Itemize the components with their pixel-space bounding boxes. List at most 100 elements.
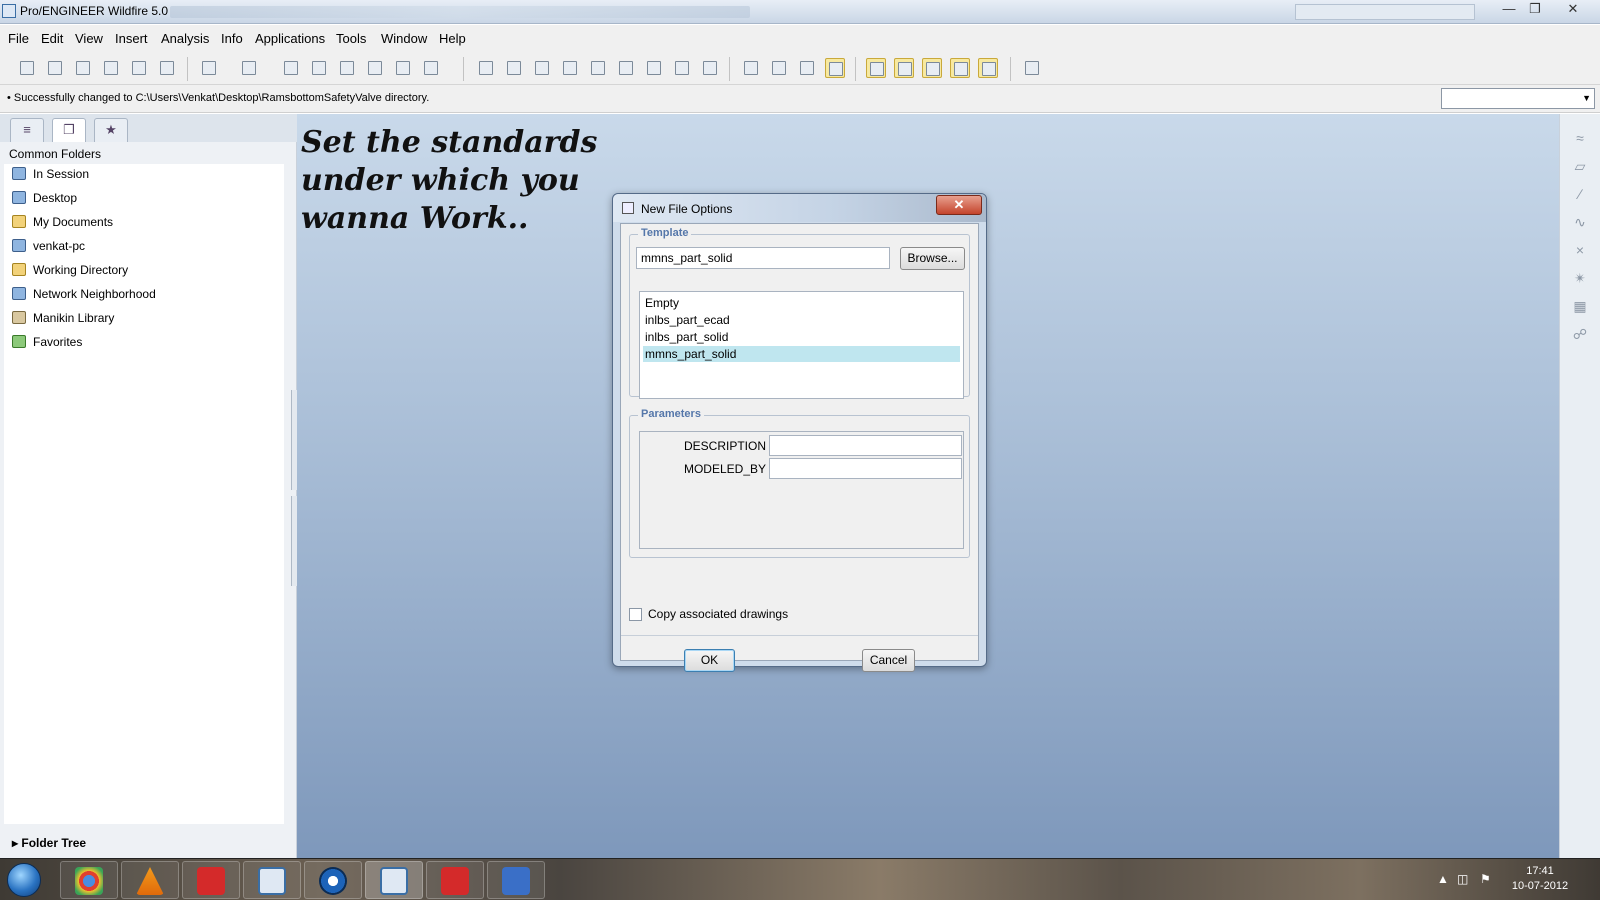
- folder-browser-tab[interactable]: ❐: [52, 118, 86, 142]
- analysis-icon[interactable]: ▦: [1570, 296, 1590, 316]
- context-help-icon[interactable]: [1022, 58, 1042, 78]
- folder-manikin-library[interactable]: Manikin Library: [8, 308, 268, 328]
- folder-favorites[interactable]: Favorites: [8, 332, 268, 352]
- dialog-body: Template mmns_part_solid Browse... Empty…: [620, 223, 979, 672]
- proe-icon[interactable]: [243, 861, 301, 899]
- folder-desktop[interactable]: Desktop: [8, 188, 268, 208]
- datum-points-icon[interactable]: [922, 58, 942, 78]
- ok-button[interactable]: OK: [684, 649, 735, 672]
- solidworks-icon[interactable]: [182, 861, 240, 899]
- curve-icon[interactable]: ∿: [1570, 212, 1590, 232]
- folder-venkat-pc[interactable]: venkat-pc: [8, 236, 268, 256]
- parameters-table: DESCRIPTION MODELED_BY: [639, 431, 964, 549]
- find-icon[interactable]: [393, 58, 413, 78]
- layers-icon[interactable]: [700, 58, 720, 78]
- plane-icon[interactable]: ▱: [1570, 156, 1590, 176]
- saved-views-icon[interactable]: [672, 58, 692, 78]
- proe-active-icon[interactable]: [365, 861, 423, 899]
- menu-help[interactable]: Help: [439, 31, 466, 46]
- template-list[interactable]: Empty inlbs_part_ecad inlbs_part_solid m…: [639, 291, 964, 399]
- menu-edit[interactable]: Edit: [41, 31, 63, 46]
- copy-icon[interactable]: [309, 58, 329, 78]
- maximize-button[interactable]: ❐: [1522, 0, 1548, 18]
- system-clock[interactable]: 17:41 10-07-2012: [1505, 864, 1575, 894]
- browse-button[interactable]: Browse...: [900, 247, 965, 270]
- paste-icon[interactable]: [337, 58, 357, 78]
- start-button[interactable]: [7, 863, 41, 897]
- template-option-mmns-part-solid[interactable]: mmns_part_solid: [643, 346, 960, 362]
- taskbar: ▲ ◫ ⚑ 17:41 10-07-2012: [0, 858, 1600, 900]
- menu-file[interactable]: File: [8, 31, 29, 46]
- smart-filter-dropdown[interactable]: ▼: [1441, 88, 1595, 109]
- copy-associated-drawings-checkbox[interactable]: [629, 608, 642, 621]
- point-icon[interactable]: ×: [1570, 240, 1590, 260]
- paste-special-icon[interactable]: [365, 58, 385, 78]
- chrome-icon[interactable]: [60, 861, 118, 899]
- coordinate-systems-icon[interactable]: [950, 58, 970, 78]
- title-search-box[interactable]: [1295, 4, 1475, 20]
- menu-window[interactable]: Window: [381, 31, 427, 46]
- show-hidden-icons-icon[interactable]: ▲: [1437, 872, 1449, 886]
- open-file-icon[interactable]: [45, 58, 65, 78]
- zoom-in-icon[interactable]: [560, 58, 580, 78]
- menu-analysis[interactable]: Analysis: [161, 31, 209, 46]
- print-icon[interactable]: [101, 58, 121, 78]
- dialog-close-button[interactable]: ✕: [936, 195, 982, 215]
- refit-icon[interactable]: [616, 58, 636, 78]
- menu-applications[interactable]: Applications: [255, 31, 325, 46]
- network-tray-icon[interactable]: ◫: [1457, 872, 1468, 886]
- favorites-tab[interactable]: ★: [94, 118, 128, 142]
- model-tree-tab[interactable]: ≡: [10, 118, 44, 142]
- print-preview-icon[interactable]: [129, 58, 149, 78]
- link-icon[interactable]: ☍: [1570, 324, 1590, 344]
- solidworks-icon[interactable]: [426, 861, 484, 899]
- datum-planes-icon[interactable]: [866, 58, 886, 78]
- menu-tools[interactable]: Tools: [336, 31, 366, 46]
- vlc-icon[interactable]: [121, 861, 179, 899]
- action-center-flag-icon[interactable]: ⚑: [1480, 872, 1491, 886]
- template-option-inlbs-part-ecad[interactable]: inlbs_part_ecad: [643, 312, 960, 328]
- folder-network-neighborhood[interactable]: Network Neighborhood: [8, 284, 268, 304]
- redo-icon[interactable]: [239, 58, 259, 78]
- datum-axes-icon[interactable]: [894, 58, 914, 78]
- plot-icon[interactable]: [157, 58, 177, 78]
- modeled-by-field[interactable]: [769, 458, 962, 479]
- template-name-field[interactable]: mmns_part_solid: [636, 247, 890, 269]
- axis-icon[interactable]: ∕: [1570, 184, 1590, 204]
- computer-icon: [12, 239, 26, 252]
- cancel-button[interactable]: Cancel: [862, 649, 915, 672]
- wireframe-icon[interactable]: [741, 58, 761, 78]
- select-box-icon[interactable]: [421, 58, 441, 78]
- csys-icon[interactable]: ✴: [1570, 268, 1590, 288]
- media-player-icon[interactable]: [304, 861, 362, 899]
- copy-associated-drawings-label: Copy associated drawings: [648, 607, 789, 621]
- save-icon[interactable]: [73, 58, 93, 78]
- no-hidden-icon[interactable]: [797, 58, 817, 78]
- new-file-icon[interactable]: [17, 58, 37, 78]
- folder-my-documents[interactable]: My Documents: [8, 212, 268, 232]
- spin-center-icon[interactable]: [644, 58, 664, 78]
- undo-icon[interactable]: [199, 58, 219, 78]
- sketch-icon[interactable]: ≈: [1570, 128, 1590, 148]
- folder-in-session[interactable]: In Session: [8, 164, 268, 184]
- menu-view[interactable]: View: [75, 31, 103, 46]
- minimize-button[interactable]: —: [1496, 0, 1522, 18]
- shading-icon[interactable]: [825, 58, 845, 78]
- folder-tree-toggle[interactable]: ▸ Folder Tree: [12, 836, 86, 850]
- annotations-icon[interactable]: [978, 58, 998, 78]
- menu-info[interactable]: Info: [221, 31, 243, 46]
- close-window-button[interactable]: ✕: [1560, 0, 1586, 18]
- app-icon[interactable]: [487, 861, 545, 899]
- orient-icon[interactable]: [532, 58, 552, 78]
- menu-insert[interactable]: Insert: [115, 31, 148, 46]
- description-field[interactable]: [769, 435, 962, 456]
- cut-icon[interactable]: [281, 58, 301, 78]
- model-tree-icon[interactable]: [504, 58, 524, 78]
- dialog-title-bar[interactable]: New File Options ✕: [613, 194, 986, 222]
- template-option-empty[interactable]: Empty: [643, 295, 960, 311]
- zoom-out-icon[interactable]: [588, 58, 608, 78]
- template-option-inlbs-part-solid[interactable]: inlbs_part_solid: [643, 329, 960, 345]
- hidden-line-icon[interactable]: [769, 58, 789, 78]
- folder-working-directory[interactable]: Working Directory: [8, 260, 268, 280]
- regenerate-icon[interactable]: [476, 58, 496, 78]
